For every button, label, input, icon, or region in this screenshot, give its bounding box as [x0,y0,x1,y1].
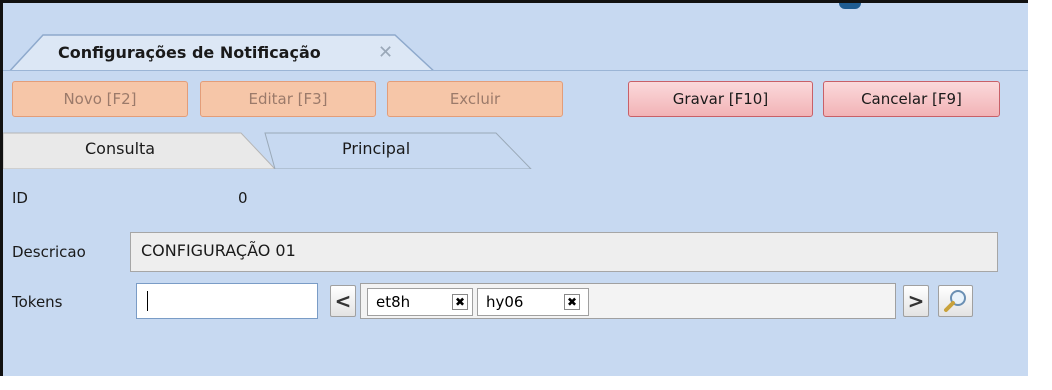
window-decoration [839,3,861,9]
token-list: et8h ✖ hy06 ✖ [360,283,896,319]
form-principal: ID 0 Descricao CONFIGURAÇÃO 01 Tokens < … [3,169,1028,376]
gravar-button[interactable]: Gravar [F10] [628,81,813,117]
tokens-label: Tokens [12,293,63,311]
close-icon[interactable]: ✕ [378,42,393,63]
novo-button[interactable]: Novo [F2] [12,81,188,117]
tab-strip-shape [3,132,533,170]
id-label: ID [12,189,28,207]
tab-consulta[interactable]: Consulta [85,139,155,158]
top-strip [3,3,1028,9]
tab-principal[interactable]: Principal [342,139,410,158]
id-value: 0 [238,189,248,207]
window-frame: Configurações de Notificação ✕ Novo [F2]… [0,0,1028,376]
token-prev-button[interactable]: < [330,285,356,317]
descricao-field[interactable]: CONFIGURAÇÃO 01 [130,232,998,272]
excluir-button[interactable]: Excluir [387,81,563,117]
token-remove-icon[interactable]: ✖ [452,294,468,310]
toolbar: Novo [F2] Editar [F3] Excluir Gravar [F1… [3,70,1028,125]
document-tab[interactable]: Configurações de Notificação ✕ [7,33,437,75]
editar-button[interactable]: Editar [F3] [200,81,376,117]
text-caret [147,291,148,311]
document-tab-title: Configurações de Notificação [58,43,321,62]
descricao-label: Descricao [12,243,86,261]
token-text: hy06 [486,293,524,311]
token-chip: hy06 ✖ [477,288,589,316]
cancelar-button[interactable]: Cancelar [F9] [823,81,1000,117]
search-icon [944,290,966,312]
token-remove-icon[interactable]: ✖ [564,294,580,310]
token-text: et8h [376,293,411,311]
tab-strip: Consulta Principal [3,125,1028,170]
search-button[interactable] [938,285,973,317]
token-input[interactable] [136,283,318,319]
token-chip: et8h ✖ [367,288,473,316]
token-next-button[interactable]: > [903,285,929,317]
